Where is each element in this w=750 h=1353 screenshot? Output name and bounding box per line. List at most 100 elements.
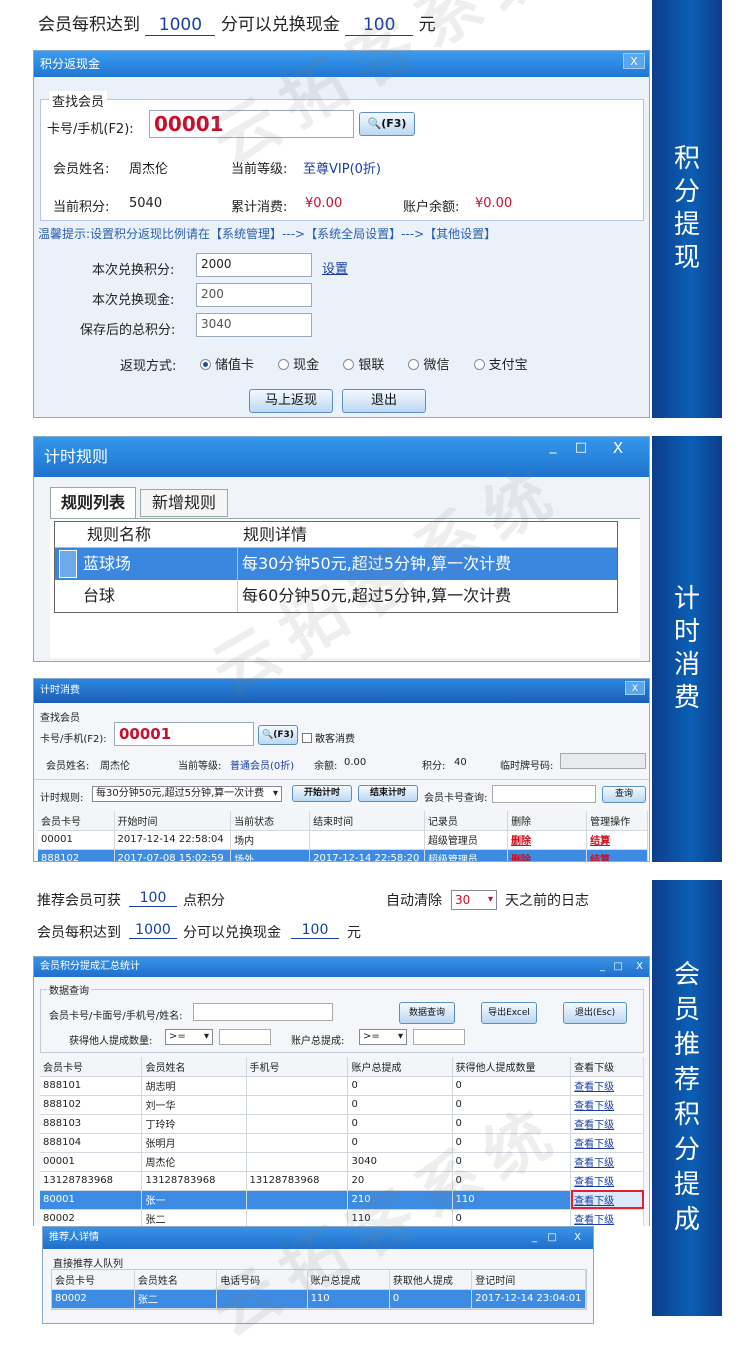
count-input[interactable] [219,1029,271,1045]
redeem-cash-input[interactable]: 100 [345,15,414,36]
redeem-cash-input[interactable]: 100 [291,922,339,939]
view-subordinates-link[interactable]: 查看下级 [570,1133,644,1153]
method-option-alipay[interactable]: 支付宝 [473,358,528,373]
rules-table-area: 规则名称 规则详情 蓝球场 每30分钟50元,超过5分钟,算一次计费 台球 每6… [50,518,640,658]
minimize-icon[interactable]: _ [541,439,565,457]
query-input[interactable] [492,785,596,803]
member-search-button[interactable]: 🔍(F3) [359,112,415,136]
table-row[interactable]: 13128783968 13128783968 13128783968 20 0 查看下级 [40,1171,644,1191]
table-row[interactable]: 888104 张明月 0 0 查看下级 [40,1133,644,1153]
settle-link[interactable]: 结算 [586,849,648,861]
tab-new-rule[interactable]: 新增规则 [140,489,228,517]
card-input[interactable]: 00001 [149,110,354,138]
table-row[interactable]: 80002 张二 110 0 2017-12-14 23:04:01 [52,1289,586,1309]
member-search-button[interactable]: 🔍(F3) [258,725,298,745]
consumption-table: 会员卡号 开始时间 当前状态 结束时间 记录员 删除 管理操作 00001 2017-12-14… [38,811,648,861]
table-row[interactable]: 888103 丁玲玲 0 0 查看下级 [40,1114,644,1134]
view-subordinates-link[interactable]: 查看下级 [570,1209,644,1226]
total-input[interactable] [413,1029,465,1045]
method-option-unionpay[interactable]: 银联 [343,358,384,373]
points-label: 当前积分: [53,200,110,215]
count-op-select[interactable]: >= [165,1029,213,1045]
table-row[interactable]: 00001 2017-12-14 22:58:04 场内 超级管理员 删除 结算 [38,830,648,850]
view-subordinates-link[interactable]: 查看下级 [570,1152,644,1172]
close-icon[interactable]: X [636,957,643,977]
table-row[interactable]: 888101 胡志明 0 0 查看下级 [40,1076,644,1096]
ex-points-label: 本次兑换积分: [92,263,175,278]
name-cell: 张二 [141,1209,247,1226]
referral-points-input[interactable]: 100 [129,890,177,907]
search-input[interactable] [193,1003,333,1021]
table-row[interactable]: 00001 周杰伦 3040 0 查看下级 [40,1152,644,1172]
view-subordinates-link[interactable]: 查看下级 [570,1114,644,1134]
card-input[interactable]: 00001 [114,722,254,746]
maximize-icon[interactable]: □ [569,439,593,457]
table-row[interactable]: 888102 2017-07-08 15:02:59 场外 2017-12-14 22… [38,849,648,861]
consume-value: ¥0.00 [305,196,343,211]
ex-cash-label: 本次兑换现金: [92,293,175,308]
minimize-icon[interactable]: _ [600,957,605,977]
phone-cell [246,1114,349,1134]
redeem-prefix: 会员每积达到 [38,15,140,35]
maximize-icon[interactable]: □ [548,1227,557,1249]
close-icon[interactable]: X [574,1227,581,1249]
column-header: 记录员 [424,811,509,831]
exit-button[interactable]: 退出 [342,389,426,413]
delete-link[interactable]: 删除 [507,830,588,850]
name-cell: 张二 [134,1289,218,1309]
column-header: 手机号 [246,1057,349,1077]
query-button[interactable]: 查询 [602,786,646,803]
column-header: 获得他人提成数量 [452,1057,572,1077]
redeem-points-input[interactable]: 1000 [145,15,216,36]
query-group: 数据查询 会员卡号/卡面号/手机号/姓名: 数据查询 导出Excel 退出(Es… [40,982,644,1053]
redeem-points-input[interactable]: 1000 [129,922,177,939]
close-icon[interactable]: X [623,53,645,69]
settings-link[interactable]: 设置 [322,258,348,277]
table-row[interactable]: 蓝球场 每30分钟50元,超过5分钟,算一次计费 [55,548,617,580]
view-subordinates-link[interactable]: 查看下级 [570,1095,644,1115]
delete-link[interactable]: 删除 [507,849,588,861]
close-icon[interactable]: X [601,439,635,457]
minimize-icon[interactable]: _ [532,1227,537,1249]
after-points-input[interactable]: 3040 [196,313,312,337]
table-row[interactable]: 80001 张一 210 110 查看下级 [40,1190,644,1210]
data-query-button[interactable]: 数据查询 [399,1002,455,1024]
end-timing-button[interactable]: 结束计时 [358,785,418,802]
view-subordinates-link[interactable]: 查看下级 [570,1190,644,1210]
card-cell: 888102 [38,849,115,861]
column-header: 结束时间 [309,811,425,831]
name-cell: 丁玲玲 [141,1114,247,1134]
method-option-cash[interactable]: 现金 [278,358,319,373]
settle-link[interactable]: 结算 [586,830,648,850]
rule-detail: 每30分钟50元,超过5分钟,算一次计费 [237,548,511,580]
maximize-icon[interactable]: □ [614,957,623,977]
rule-select[interactable]: 每30分钟50元,超过5分钟,算一次计费 [92,786,282,802]
confirm-cashback-button[interactable]: 马上返现 [249,389,333,413]
tag-input[interactable] [560,753,646,769]
total-op-select[interactable]: >= [359,1029,407,1045]
method-option-wechat[interactable]: 微信 [408,358,449,373]
start-timing-button[interactable]: 开始计时 [292,785,352,802]
table-row[interactable]: 80002 张二 110 0 查看下级 [40,1209,644,1226]
scatter-checkbox[interactable]: 散客消费 [302,730,355,745]
view-subordinates-link[interactable]: 查看下级 [570,1076,644,1096]
balance-value: 0.00 [344,757,367,768]
member-search-group: 查找会员 卡号/手机(F2): 00001 🔍(F3) 会员姓名: 周杰伦 当前… [40,91,644,221]
close-icon[interactable]: X [625,681,645,695]
view-subordinates-link[interactable]: 查看下级 [570,1171,644,1191]
table-row[interactable]: 台球 每60分钟50元,超过5分钟,算一次计费 [55,580,617,612]
name-cell: 张一 [141,1190,247,1210]
phone-cell [246,1133,349,1153]
phone-cell [246,1095,349,1115]
export-excel-button[interactable]: 导出Excel [481,1002,537,1024]
section-label-text: 积分提现 [673,144,700,273]
method-option-card[interactable]: 储值卡 [200,358,254,373]
days-select[interactable]: 30 [451,890,497,910]
card-label: 卡号/手机(F2): [47,122,134,137]
tab-rule-list[interactable]: 规则列表 [50,487,136,519]
ex-points-input[interactable]: 2000 [196,253,312,277]
table-row[interactable]: 888102 刘一华 0 0 查看下级 [40,1095,644,1115]
search-icon: 🔍 [367,117,382,130]
ex-cash-input[interactable]: 200 [196,283,312,307]
exit-button[interactable]: 退出(Esc) [563,1002,627,1024]
